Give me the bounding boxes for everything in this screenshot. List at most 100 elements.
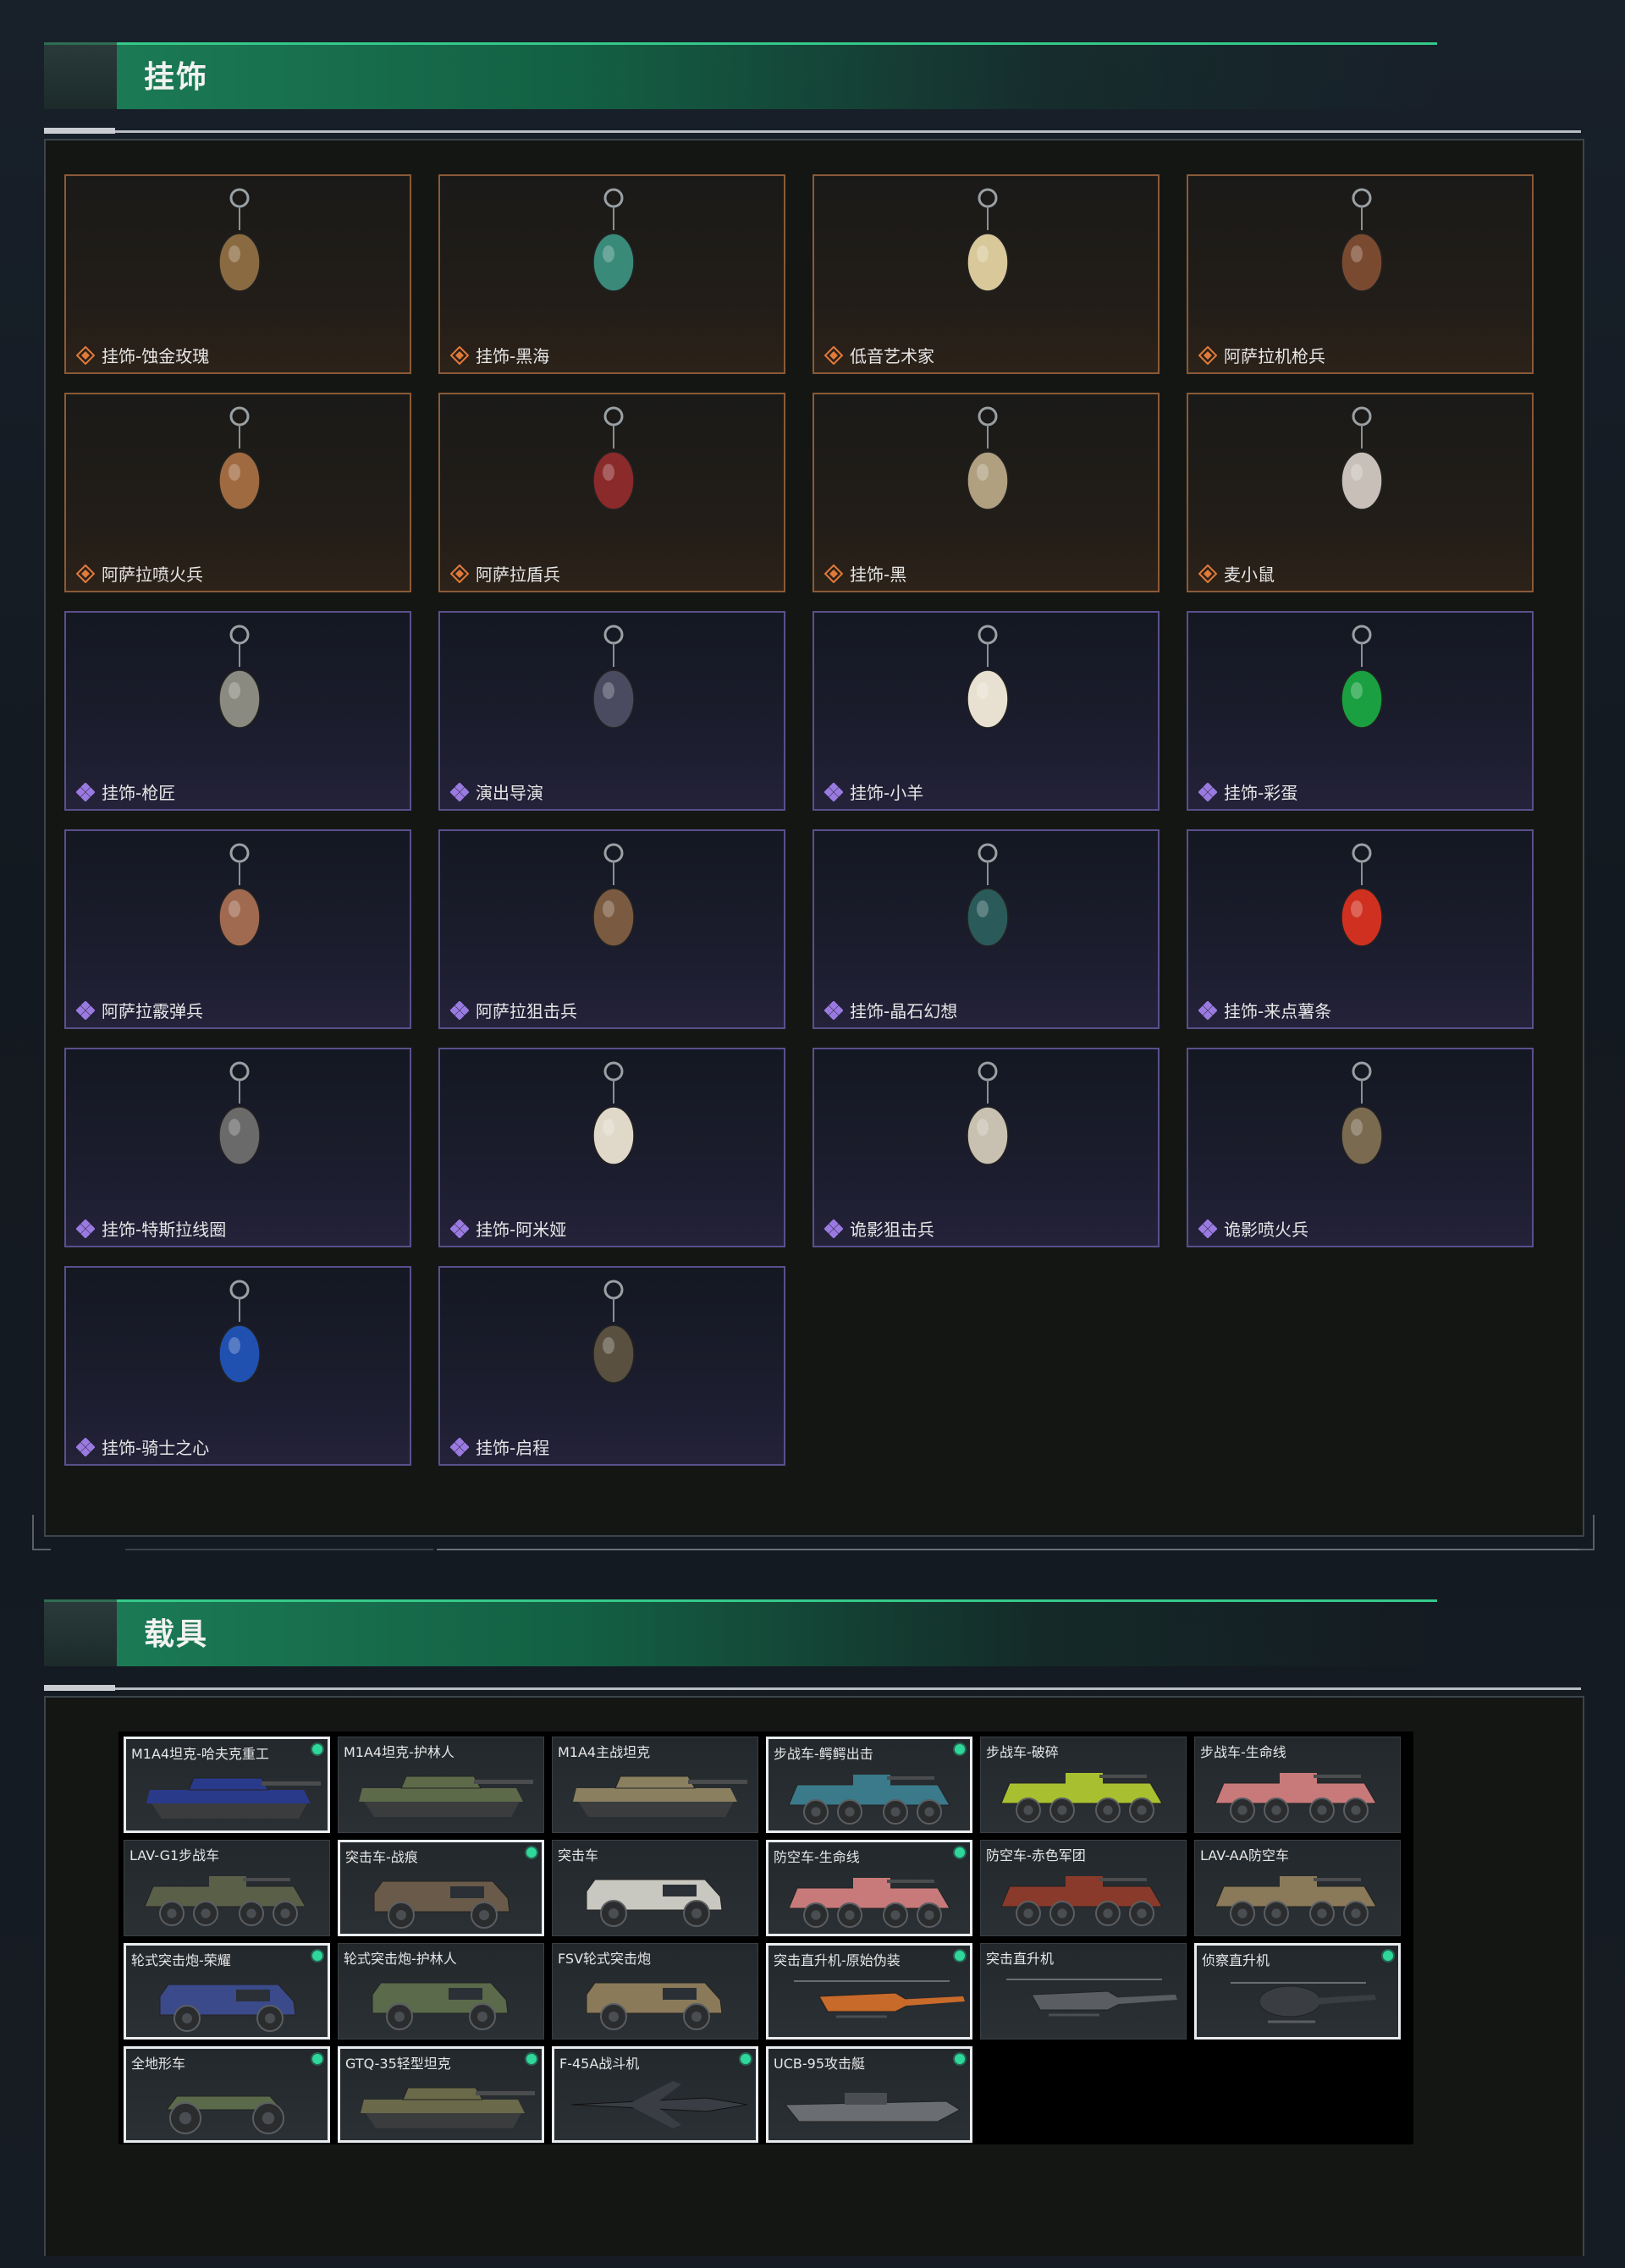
tank-vehicle-icon <box>359 1775 533 1817</box>
vehicle-name: M1A4坦克-哈夫克重工 <box>131 1746 269 1762</box>
legendary-rarity-icon <box>1198 564 1218 584</box>
vehicle-card[interactable]: M1A4坦克-哈夫克重工 <box>124 1737 330 1833</box>
charm-card[interactable]: 挂饰-启程 <box>438 1266 785 1466</box>
charm-label: 挂饰-黑海 <box>476 346 550 366</box>
owned-indicator-icon <box>312 2054 322 2064</box>
charm-card[interactable]: 挂饰-骑士之心 <box>64 1266 411 1466</box>
charms-section-title: 挂饰 <box>144 60 209 95</box>
header-stub <box>44 1599 117 1666</box>
divider-line <box>437 1549 1579 1550</box>
epic-rarity-icon <box>449 782 470 802</box>
charm-label: 挂饰-晶石幻想 <box>850 1001 958 1021</box>
vehicle-card[interactable]: 全地形车 <box>124 2046 330 2143</box>
vehicle-card[interactable]: GTQ-35轻型坦克 <box>338 2046 544 2143</box>
charm-label: 阿萨拉狙击兵 <box>476 1001 577 1021</box>
epic-rarity-icon <box>449 1219 470 1239</box>
charm-label: 阿萨拉霰弹兵 <box>102 1001 203 1021</box>
charm-label: 挂饰-启程 <box>476 1438 550 1458</box>
legendary-rarity-icon <box>824 564 844 584</box>
epic-rarity-icon <box>1198 1219 1218 1239</box>
vehicle-card[interactable]: 防空车-赤色军团 <box>980 1840 1187 1936</box>
charm-card[interactable]: 阿萨拉盾兵 <box>438 393 785 592</box>
owned-indicator-icon <box>741 2054 751 2064</box>
owned-indicator-icon <box>955 1744 965 1754</box>
vehicle-card[interactable]: 步战车-鳄鳄出击 <box>766 1737 972 1833</box>
charm-card[interactable]: 挂饰-黑 <box>812 393 1160 592</box>
vehicle-name: 防空车-赤色军团 <box>986 1847 1086 1863</box>
charm-card[interactable]: 挂饰-黑海 <box>438 174 785 374</box>
vehicle-card[interactable]: 突击车-战痕 <box>338 1840 544 1936</box>
charm-card[interactable]: 挂饰-彩蛋 <box>1187 611 1534 811</box>
ifv-vehicle-icon <box>144 1876 306 1926</box>
charm-card[interactable]: 挂饰-小羊 <box>812 611 1160 811</box>
charm-label: 麦小鼠 <box>1224 564 1275 585</box>
vehicle-card[interactable]: FSV轮式突击炮 <box>552 1943 758 2040</box>
heli-small-vehicle-icon <box>1231 1982 1376 2023</box>
charm-card[interactable]: 挂饰-特斯拉线圈 <box>64 1048 411 1247</box>
vehicle-name: 轮式突击炮-荣耀 <box>131 1952 231 1968</box>
vehicle-card[interactable]: UCB-95攻击艇 <box>766 2046 972 2143</box>
vehicle-name: 轮式突击炮-护林人 <box>344 1951 457 1967</box>
vehicle-card[interactable]: 轮式突击炮-护林人 <box>338 1943 544 2040</box>
epic-rarity-icon <box>824 1000 844 1021</box>
truck-vehicle-icon <box>586 1982 723 2030</box>
vehicle-card[interactable]: 步战车-破碎 <box>980 1737 1187 1833</box>
charm-card[interactable]: 挂饰-枪匠 <box>64 611 411 811</box>
owned-indicator-icon <box>312 1951 322 1961</box>
vehicle-card[interactable]: 轮式突击炮-荣耀 <box>124 1943 330 2040</box>
vehicle-card[interactable]: 突击直升机 <box>980 1943 1187 2040</box>
shotgunner-charm-icon <box>206 841 273 977</box>
ifv-vehicle-icon <box>1000 1876 1163 1926</box>
owned-indicator-icon <box>1383 1951 1393 1961</box>
charm-card[interactable]: 阿萨拉霰弹兵 <box>64 829 411 1029</box>
vehicle-card[interactable]: M1A4坦克-护林人 <box>338 1737 544 1833</box>
charm-card[interactable]: 阿萨拉机枪兵 <box>1187 174 1534 374</box>
charm-card[interactable]: 诡影狙击兵 <box>812 1048 1160 1247</box>
charm-label: 挂饰-小羊 <box>850 783 924 803</box>
charm-card[interactable]: 挂饰-阿米娅 <box>438 1048 785 1247</box>
shield-soldier-charm-icon <box>580 405 647 540</box>
vehicle-name: 步战车-破碎 <box>986 1744 1059 1760</box>
vehicle-card[interactable]: 步战车-生命线 <box>1194 1737 1401 1833</box>
epic-rarity-icon <box>449 1437 470 1457</box>
vehicle-card[interactable]: F-45A战斗机 <box>552 2046 758 2143</box>
golden-rose-charm-icon <box>206 186 273 322</box>
heli-vehicle-icon <box>1006 1979 1177 2017</box>
vehicle-card[interactable]: LAV-AA防空车 <box>1194 1840 1401 1936</box>
charm-label: 挂饰-特斯拉线圈 <box>102 1219 227 1240</box>
charm-card[interactable]: 挂饰-晶石幻想 <box>812 829 1160 1029</box>
bass-artist-charm-icon <box>954 186 1022 322</box>
charm-card[interactable]: 挂饰-来点薯条 <box>1187 829 1534 1029</box>
vehicle-card[interactable]: 侦察直升机 <box>1194 1943 1401 2040</box>
ifv-vehicle-icon <box>788 1775 950 1825</box>
departure-charm-icon <box>580 1278 647 1413</box>
vehicle-card[interactable]: LAV-G1步战车 <box>124 1840 330 1936</box>
epic-rarity-icon <box>75 1219 96 1239</box>
charm-card[interactable]: 低音艺术家 <box>812 174 1160 374</box>
charm-card[interactable]: 诡影喷火兵 <box>1187 1048 1534 1247</box>
amiya-charm-icon <box>580 1060 647 1195</box>
vehicle-card[interactable]: M1A4主战坦克 <box>552 1737 758 1833</box>
director-charm-icon <box>580 623 647 758</box>
sniper-charm-icon <box>580 841 647 977</box>
charm-card[interactable]: 演出导演 <box>438 611 785 811</box>
vehicle-name: LAV-AA防空车 <box>1200 1847 1289 1863</box>
charm-card[interactable]: 麦小鼠 <box>1187 393 1534 592</box>
atv-vehicle-icon <box>166 2095 284 2134</box>
legendary-rarity-icon <box>824 345 844 366</box>
vehicle-card[interactable]: 防空车-生命线 <box>766 1840 972 1936</box>
charm-card[interactable]: 阿萨拉狙击兵 <box>438 829 785 1029</box>
charm-label: 挂饰-彩蛋 <box>1224 783 1298 803</box>
mouse-charm-icon <box>1328 405 1396 540</box>
owned-indicator-icon <box>955 2054 965 2064</box>
ifv-vehicle-icon <box>1000 1773 1163 1823</box>
vehicle-name: GTQ-35轻型坦克 <box>345 2056 451 2072</box>
owned-indicator-icon <box>955 1847 965 1858</box>
vehicle-card[interactable]: 突击直升机-原始伪装 <box>766 1943 972 2040</box>
header-stub <box>44 42 117 109</box>
charm-card[interactable]: 阿萨拉喷火兵 <box>64 393 411 592</box>
vehicles-section-title: 载具 <box>144 1617 209 1652</box>
charm-card[interactable]: 挂饰-蚀金玫瑰 <box>64 174 411 374</box>
vehicle-card[interactable]: 突击车 <box>552 1840 758 1936</box>
epic-rarity-icon <box>75 782 96 802</box>
